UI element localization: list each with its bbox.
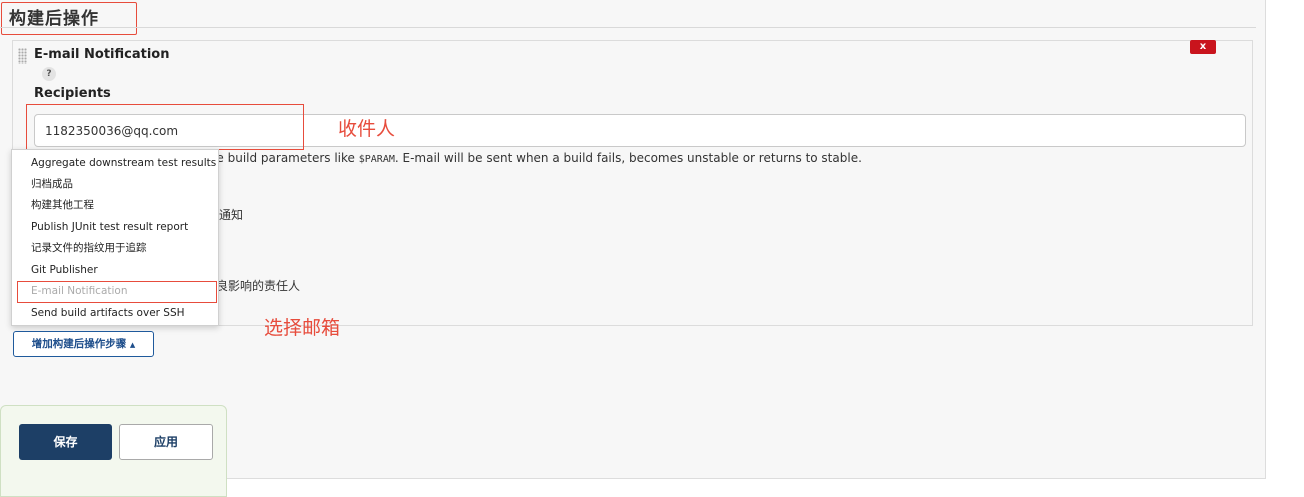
- recipients-label: Recipients: [34, 86, 111, 101]
- dropdown-item-git-publisher[interactable]: Git Publisher: [12, 260, 218, 281]
- dropdown-item-send-artifacts-ssh[interactable]: Send build artifacts over SSH: [12, 303, 218, 324]
- dropdown-item-archive-artifacts[interactable]: 归档成品: [12, 174, 218, 195]
- save-button[interactable]: 保存: [19, 424, 112, 460]
- dropdown-item-publish-junit[interactable]: Publish JUnit test result report: [12, 217, 218, 238]
- partial-option-text: 通知: [219, 208, 244, 222]
- dropdown-item-aggregate-test-results[interactable]: Aggregate downstream test results: [12, 153, 218, 174]
- add-step-label: 增加构建后操作步骤: [31, 338, 127, 350]
- apply-button[interactable]: 应用: [119, 424, 213, 460]
- partial-option-text: 良影响的责任人: [216, 279, 301, 293]
- help-icon[interactable]: ?: [42, 67, 56, 81]
- annotation-recipient-note: 收件人: [338, 118, 396, 140]
- add-post-build-step-button[interactable]: 增加构建后操作步骤 ▲: [13, 331, 154, 357]
- section-divider: [0, 27, 1256, 28]
- help-text-suffix: . E-mail will be sent when a build fails…: [394, 151, 862, 165]
- drag-handle-icon[interactable]: [18, 48, 27, 64]
- delete-step-button[interactable]: x: [1190, 40, 1216, 54]
- annotation-select-email-note: 选择邮箱: [264, 317, 341, 339]
- annotation-input-highlight: [26, 104, 304, 150]
- step-title: E-mail Notification: [34, 47, 170, 62]
- help-text-param: $PARAM: [358, 154, 395, 165]
- annotation-title-highlight: [1, 2, 137, 35]
- dropdown-item-record-fingerprints[interactable]: 记录文件的指纹用于追踪: [12, 238, 218, 259]
- caret-up-icon: ▲: [129, 341, 136, 349]
- dropdown-item-build-other-projects[interactable]: 构建其他工程: [12, 195, 218, 216]
- annotation-item-highlight: [17, 281, 217, 303]
